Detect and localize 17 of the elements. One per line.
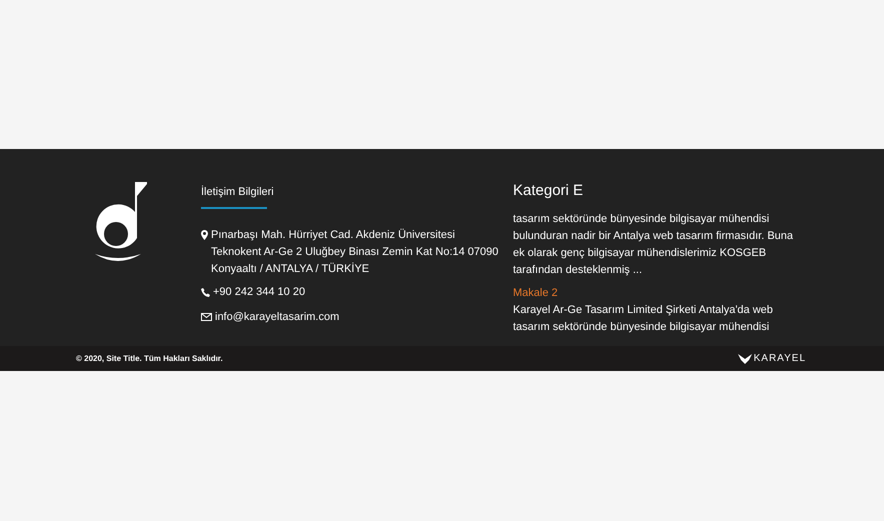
phone-icon	[201, 288, 210, 297]
brand-logo: KARAYEL	[754, 352, 806, 366]
email-address: info@karayeltasarim.com	[215, 310, 340, 324]
heading-underline	[201, 207, 267, 209]
article-title[interactable]: Makale 2	[513, 285, 803, 302]
address-line: Pınarbaşı Mah. Hürriyet Cad. Akdeniz Üniversitesi	[211, 228, 456, 243]
copyright-text: © 2020, Site Title. Tüm Hakları Saklıdır.	[76, 352, 223, 364]
article-excerpt: tasarım sektöründe bünyesinde bilgisayar mühendisi bulunduran nadir bir Antalya web tasarım firmasıdır. Buna ek olarak genç bilgisayar mühendislerimiz KOSGEB tarafından desteklenmiş ...	[513, 212, 794, 278]
envelope-icon	[201, 312, 212, 321]
address-line: Teknokent Ar-Ge 2 Uluğbey Binası Zemin Kat No:14 07090	[211, 245, 498, 260]
phone-number: +90 242 344 10 20	[213, 285, 306, 300]
article-excerpt: Karayel Ar-Ge Tasarım Limited Şirketi Antalya'da web tasarım sektöründe bünyesinde bilgisayar mühendisi	[513, 303, 774, 335]
bird-icon	[738, 354, 752, 364]
section-heading: İletişim Bilgileri	[201, 184, 274, 200]
location-pin-icon	[201, 230, 208, 240]
category-title: Kategori E	[513, 181, 584, 201]
address-line: Konyaaltı / ANTALYA / TÜRKİYE	[211, 262, 370, 277]
